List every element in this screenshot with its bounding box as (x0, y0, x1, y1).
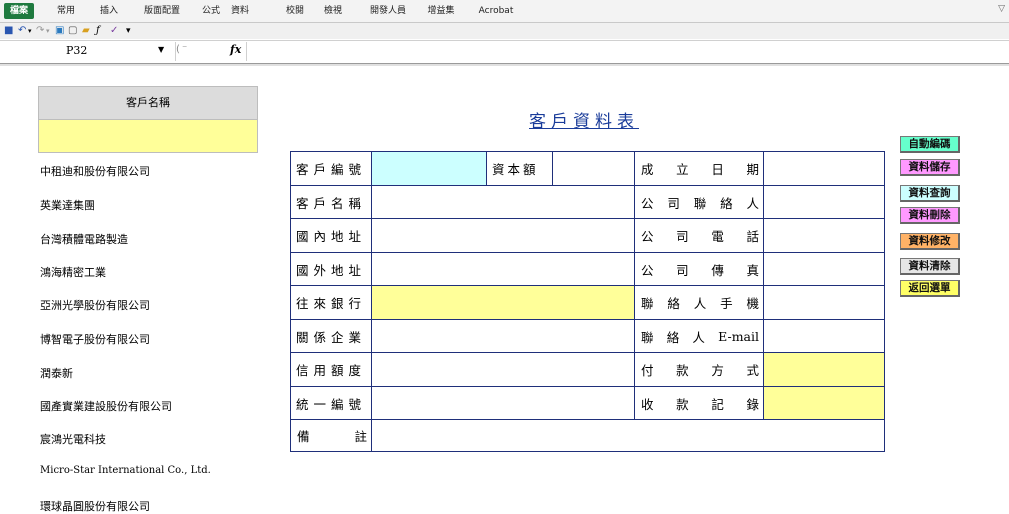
contact-person-field[interactable] (764, 186, 884, 219)
cell-reference: P32 (66, 44, 88, 57)
label-domestic-address: 國內地址 (291, 219, 372, 253)
tab-insert[interactable]: 插入 (97, 3, 121, 19)
customer-list-item[interactable]: 潤泰新 (40, 365, 73, 381)
remarks-field[interactable] (372, 420, 884, 451)
customer-list-item[interactable]: 宸鴻光電科技 (40, 431, 106, 447)
label-foreign-address: 國外地址 (291, 253, 372, 286)
label-remarks: 備註 (291, 420, 372, 451)
formula-bar-divider-icon: ( (176, 44, 180, 55)
redo-icon[interactable]: ↷ (36, 23, 44, 39)
return-menu-button[interactable]: 返回選單 (900, 280, 960, 297)
customer-list-item[interactable]: Micro-Star International Co., Ltd. (40, 465, 211, 476)
open-folder-icon[interactable]: ▰ (82, 23, 90, 39)
tab-formulas[interactable]: 公式 (199, 3, 223, 19)
label-tax-id: 統一編號 (291, 387, 372, 420)
new-file-icon[interactable]: ▢ (68, 23, 77, 39)
auto-number-button[interactable]: 自動編碼 (900, 136, 960, 153)
spelling-icon[interactable]: ✓ (110, 23, 118, 39)
formula-bar: P32 ▼ ( ⁻ fx (0, 40, 1009, 64)
form-title: 客戶資料表 (529, 112, 639, 132)
label-payment-method: 付款方式 (635, 353, 764, 387)
customer-name-input[interactable] (38, 119, 258, 153)
customer-list-item[interactable]: 博智電子股份有限公司 (40, 331, 150, 347)
label-credit-limit: 信用額度 (291, 353, 372, 387)
print-preview-icon[interactable]: ▣ (55, 23, 64, 39)
label-company-fax: 公司傳真 (635, 253, 764, 286)
customer-list-item[interactable]: 台灣積體電路製造 (40, 231, 128, 247)
label-capital: 資本額 (487, 152, 553, 186)
customer-list-item[interactable]: 亞洲光學股份有限公司 (40, 297, 150, 313)
ribbon-collapse-icon[interactable]: ▽ (998, 4, 1005, 14)
redo-dropdown-icon[interactable]: ▾ (46, 23, 50, 39)
customer-list-item[interactable]: 英業達集團 (40, 197, 95, 213)
label-affiliates: 關係企業 (291, 320, 372, 353)
delete-record-button[interactable]: 資料刪除 (900, 207, 960, 224)
name-box-dropdown-icon[interactable]: ▼ (158, 45, 164, 54)
tab-acrobat[interactable]: Acrobat (474, 3, 518, 19)
domestic-address-field[interactable] (372, 219, 635, 253)
label-contact-mobile: 聯絡人手機 (635, 286, 764, 320)
customer-form: 客戶編號 資本額 成立日期 客戶名稱 公司聯絡人 國內地址 公司電話 國外地址 … (290, 151, 885, 452)
founded-date-field[interactable] (764, 152, 884, 186)
capital-field[interactable] (553, 152, 635, 186)
contact-mobile-field[interactable] (764, 286, 884, 320)
label-company-phone: 公司電話 (635, 219, 764, 253)
tab-developer[interactable]: 開發人員 (366, 3, 410, 19)
customer-name-header: 客戶名稱 (38, 86, 258, 120)
foreign-address-field[interactable] (372, 253, 635, 286)
name-box[interactable]: P32 ▼ (0, 42, 176, 61)
cancel-icon[interactable]: ⁻ (182, 44, 187, 55)
query-record-button[interactable]: 資料查詢 (900, 185, 960, 202)
modify-record-button[interactable]: 資料修改 (900, 233, 960, 250)
customize-qat-icon[interactable]: ▾ (126, 23, 131, 39)
insert-function-icon[interactable]: ƒ (96, 23, 100, 39)
save-icon[interactable]: ■ (4, 23, 13, 39)
label-customer-no: 客戶編號 (291, 152, 372, 186)
save-record-button[interactable]: 資料儲存 (900, 159, 960, 176)
company-fax-field[interactable] (764, 253, 884, 286)
customer-list-item[interactable]: 環球晶圓股份有限公司 (40, 498, 150, 514)
payment-method-field[interactable] (764, 353, 884, 387)
affiliates-field[interactable] (372, 320, 635, 353)
label-bank: 往來銀行 (291, 286, 372, 320)
customer-name-field[interactable] (372, 186, 635, 219)
tab-add-ins[interactable]: 增益集 (424, 3, 458, 19)
undo-dropdown-icon[interactable]: ▾ (28, 23, 32, 39)
customer-list-item[interactable]: 中租迪和股份有限公司 (40, 163, 150, 179)
tab-review[interactable]: 校閱 (283, 3, 307, 19)
label-founded-date: 成立日期 (635, 152, 764, 186)
tab-page-layout[interactable]: 版面配置 (140, 3, 184, 19)
undo-icon[interactable]: ↶ (18, 23, 26, 39)
quick-access-toolbar: ■ ↶ ▾ ↷ ▾ ▣ ▢ ▰ ƒ ✓ ▾ (0, 23, 1009, 39)
customer-list-item[interactable]: 鴻海精密工業 (40, 264, 106, 280)
credit-limit-field[interactable] (372, 353, 635, 387)
sheet-top-border (0, 64, 1009, 66)
company-phone-field[interactable] (764, 219, 884, 253)
clear-record-button[interactable]: 資料清除 (900, 258, 960, 275)
tab-home[interactable]: 常用 (54, 3, 78, 19)
collection-record-field[interactable] (764, 387, 884, 420)
tab-view[interactable]: 檢視 (321, 3, 345, 19)
tab-data[interactable]: 資料 (228, 3, 252, 19)
tax-id-field[interactable] (372, 387, 635, 420)
formula-divider (246, 42, 247, 61)
label-collection-record: 收款記錄 (635, 387, 764, 420)
bank-field[interactable] (372, 286, 635, 320)
customer-no-field[interactable] (372, 152, 487, 186)
label-contact-email: 聯絡人 E-mail (635, 320, 764, 353)
contact-email-field[interactable] (764, 320, 884, 353)
ribbon-tab-bar: 檔案 常用 插入 版面配置 公式 資料 校閱 檢視 開發人員 增益集 Acrob… (0, 0, 1009, 23)
label-contact-person: 公司聯絡人 (635, 186, 764, 219)
tab-file[interactable]: 檔案 (4, 3, 34, 19)
label-customer-name: 客戶名稱 (291, 186, 372, 219)
customer-list-item[interactable]: 國產實業建設股份有限公司 (40, 398, 172, 414)
insert-function-button[interactable]: fx (230, 43, 241, 56)
